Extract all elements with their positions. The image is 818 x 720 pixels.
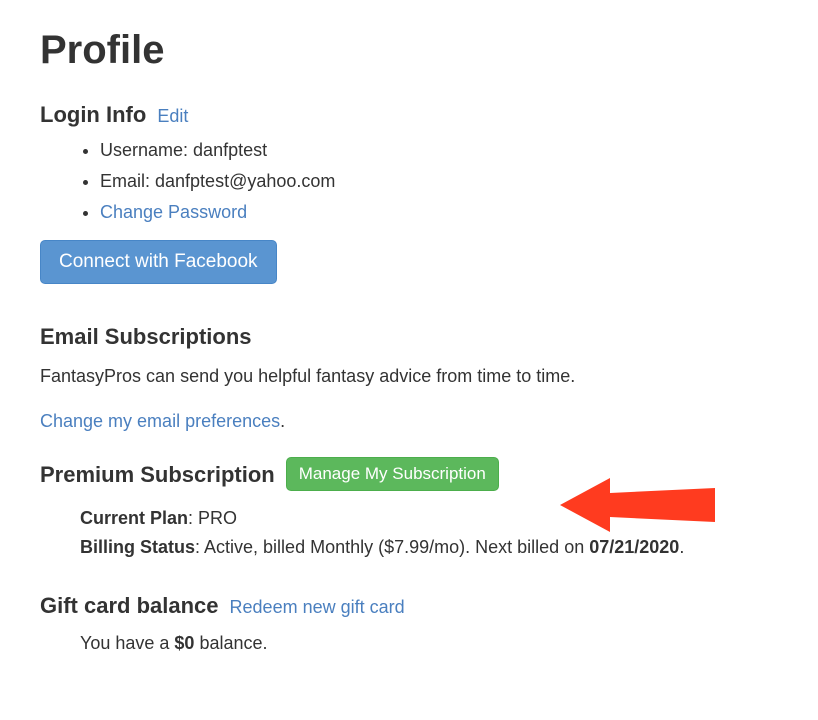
period: . — [280, 411, 285, 431]
edit-login-link[interactable]: Edit — [157, 106, 188, 126]
sep: : — [195, 537, 204, 557]
change-email-preferences-link[interactable]: Change my email preferences — [40, 411, 280, 431]
current-plan-line: Current Plan: PRO — [80, 505, 778, 532]
list-item: Username: danfptest — [100, 137, 778, 164]
gift-balance-suffix: balance. — [194, 633, 267, 653]
email-label: Email: — [100, 171, 155, 191]
current-plan-label: Current Plan — [80, 508, 188, 528]
email-subscriptions-body: FantasyPros can send you helpful fantasy… — [40, 363, 778, 390]
username-label: Username: — [100, 140, 193, 160]
login-info-list: Username: danfptest Email: danfptest@yah… — [40, 137, 778, 226]
redeem-gift-card-link[interactable]: Redeem new gift card — [230, 597, 405, 617]
sep: : — [188, 508, 198, 528]
gift-balance-line: You have a $0 balance. — [40, 630, 778, 657]
gift-card-balance-heading: Gift card balance — [40, 593, 219, 618]
email-subscriptions-heading: Email Subscriptions — [40, 324, 252, 349]
gift-balance-prefix: You have a — [80, 633, 174, 653]
billing-status-line: Billing Status: Active, billed Monthly (… — [80, 534, 778, 561]
gift-balance-amount: $0 — [174, 633, 194, 653]
billing-status-label: Billing Status — [80, 537, 195, 557]
email-value: danfptest@yahoo.com — [155, 171, 335, 191]
change-password-link[interactable]: Change Password — [100, 202, 247, 222]
manage-subscription-button[interactable]: Manage My Subscription — [286, 457, 499, 491]
connect-facebook-button[interactable]: Connect with Facebook — [40, 240, 277, 284]
premium-subscription-heading: Premium Subscription — [40, 462, 275, 487]
page-title: Profile — [40, 20, 778, 80]
billing-status-value: Active, billed Monthly ($7.99/mo). Next … — [204, 537, 589, 557]
username-value: danfptest — [193, 140, 267, 160]
period: . — [679, 537, 684, 557]
list-item: Email: danfptest@yahoo.com — [100, 168, 778, 195]
list-item: Change Password — [100, 199, 778, 226]
current-plan-value: PRO — [198, 508, 237, 528]
login-info-heading: Login Info — [40, 102, 146, 127]
billing-date: 07/21/2020 — [589, 537, 679, 557]
